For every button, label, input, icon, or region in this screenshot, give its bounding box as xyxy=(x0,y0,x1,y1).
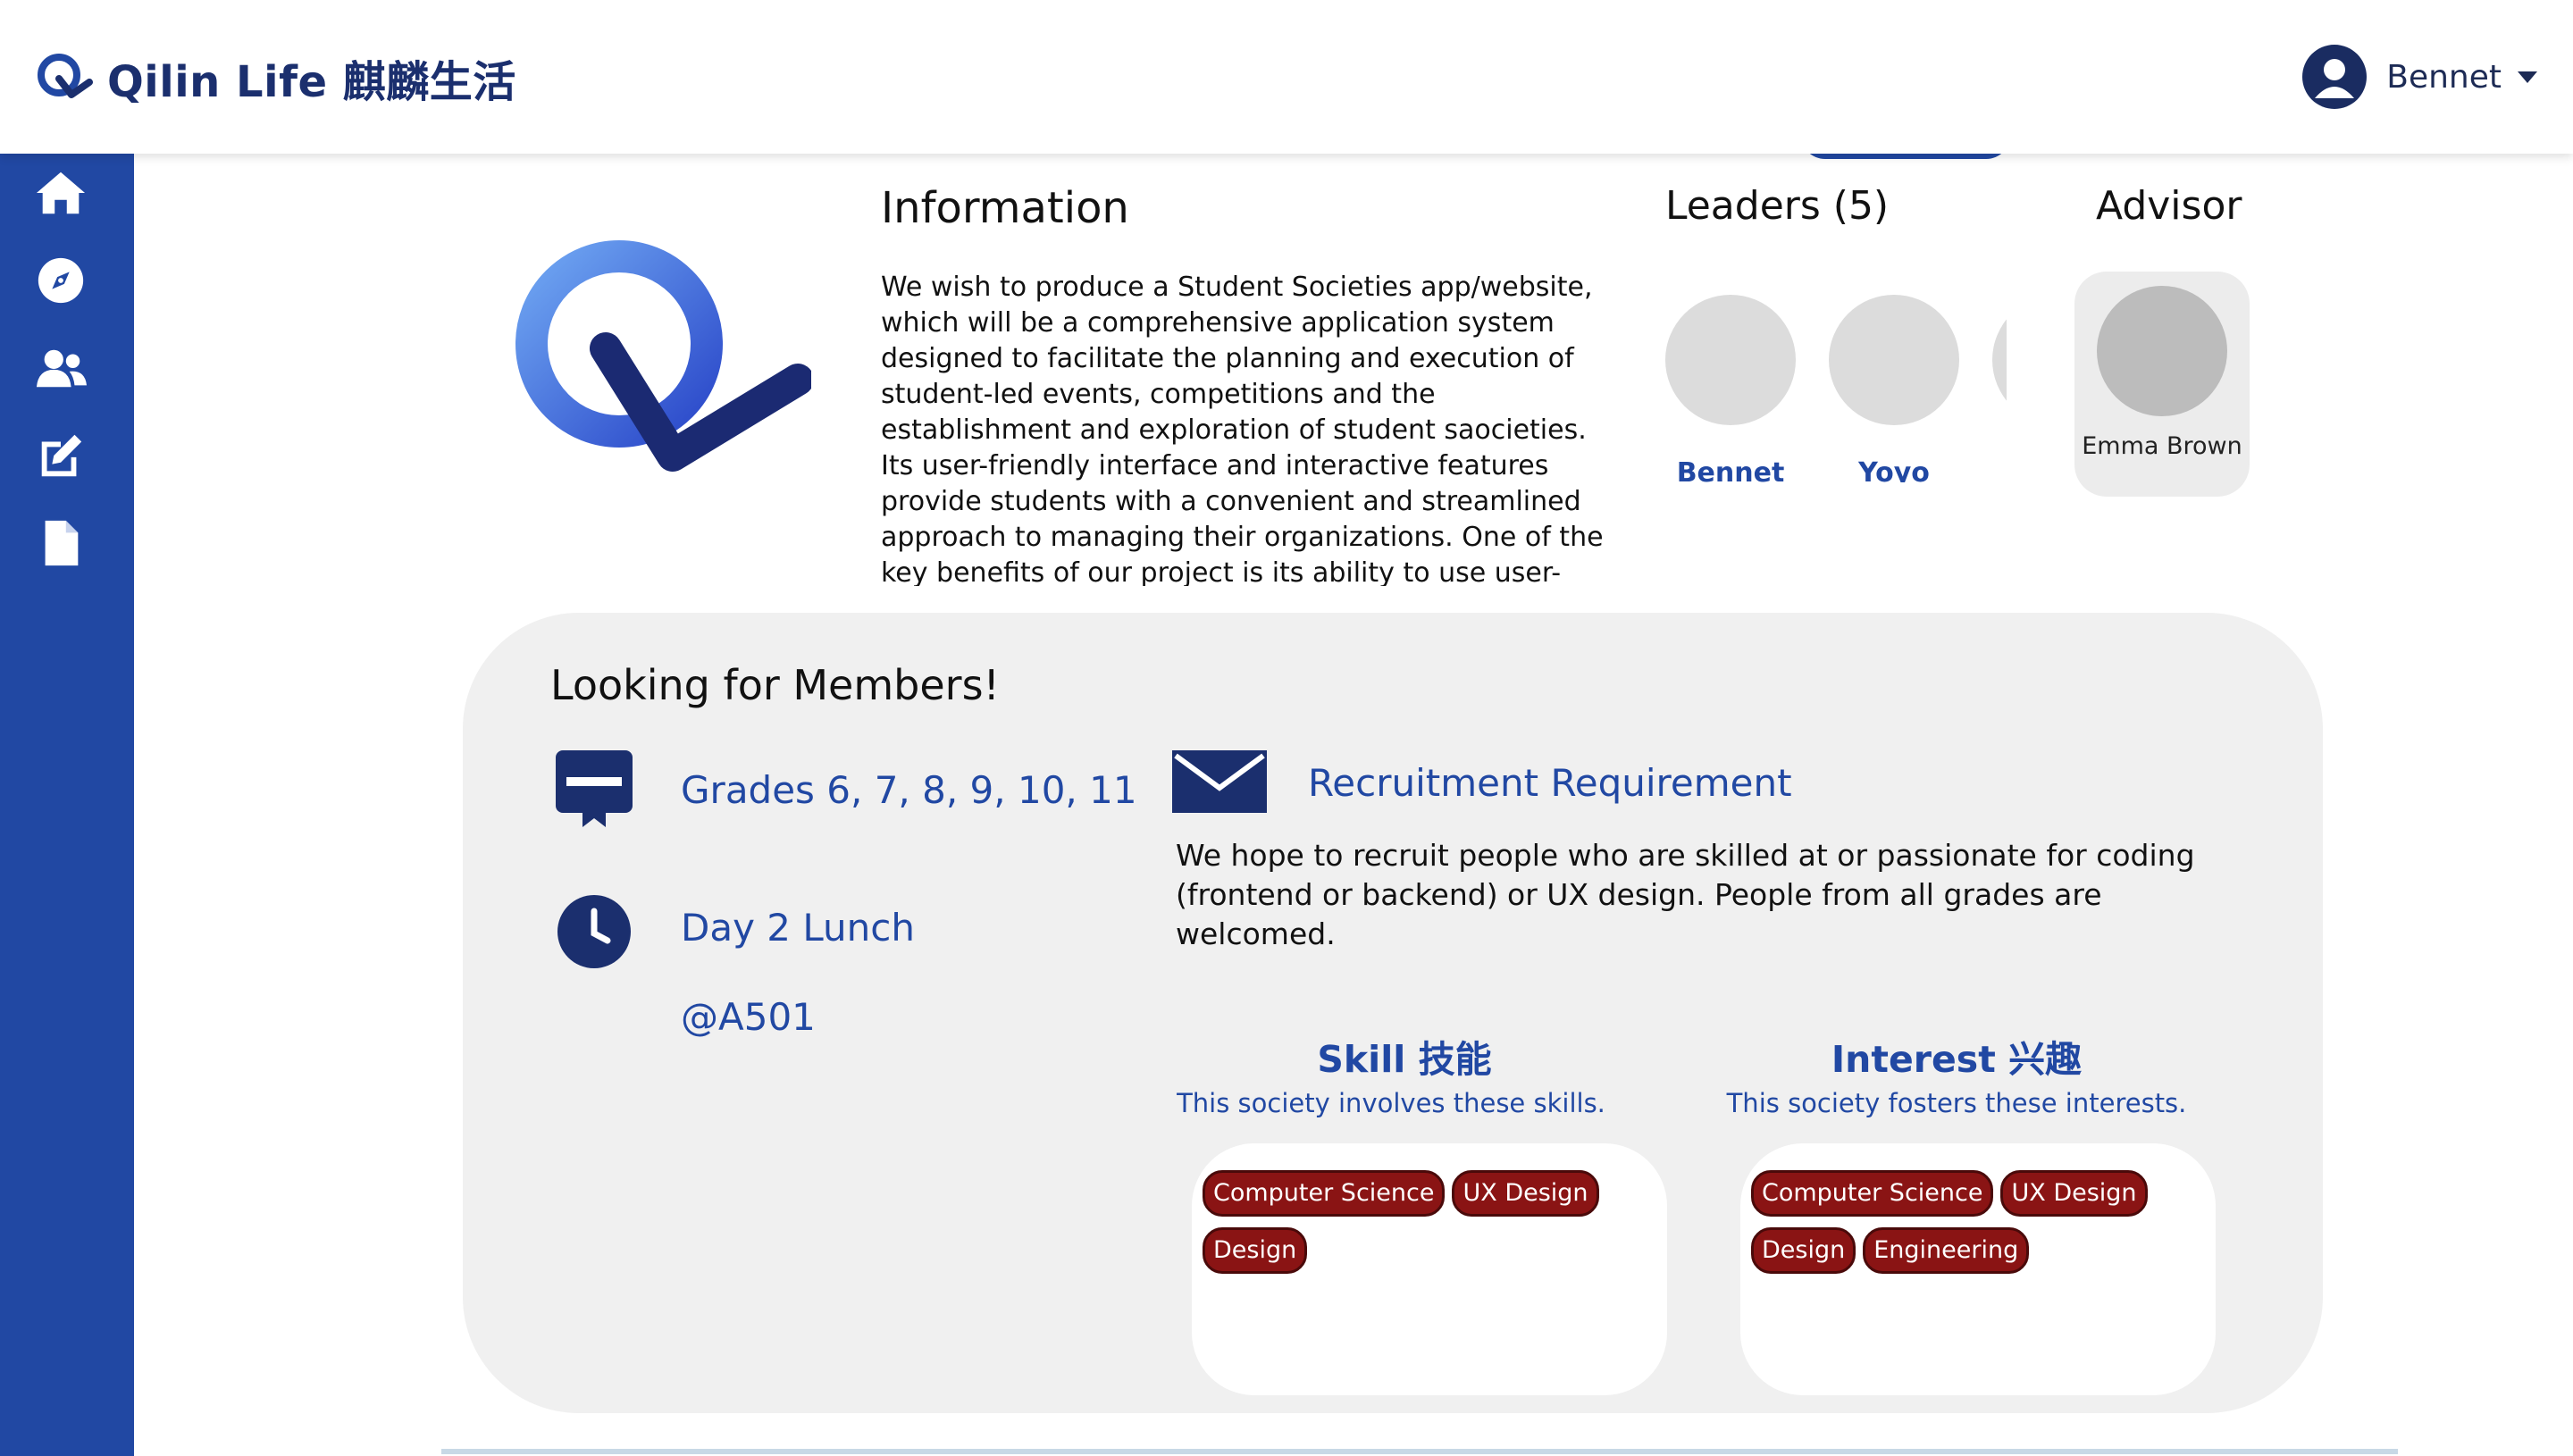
grades-text: Grades 6, 7, 8, 9, 10, 11 xyxy=(681,768,1137,812)
interest-tag[interactable]: Computer Science xyxy=(1751,1170,1994,1217)
top-bar: Qilin Life 麒麟生活 Bennet xyxy=(0,0,2573,154)
information-body: We wish to produce a Student Societies a… xyxy=(881,272,1604,586)
leader-name: Bennet xyxy=(1676,457,1785,482)
document-icon xyxy=(45,520,79,566)
user-avatar-icon xyxy=(2302,45,2368,109)
user-name: Bennet xyxy=(2386,58,2502,96)
interest-tag[interactable]: Design xyxy=(1751,1227,1856,1274)
interest-tags-box: Computer Science UX Design Design Engine… xyxy=(1740,1143,2216,1395)
chevron-down-icon[interactable] xyxy=(2518,71,2537,83)
leaders-title: Leaders (5) xyxy=(1665,183,1890,229)
requirement-title: Recruitment Requirement xyxy=(1308,761,1792,805)
section-divider xyxy=(441,1449,2398,1454)
leader-card[interactable] xyxy=(1991,295,2007,425)
interest-title: Interest 兴趣 xyxy=(1831,1038,2083,1081)
sidebar-item-societies[interactable] xyxy=(32,339,89,397)
advisor-title: Advisor xyxy=(2096,183,2242,229)
clock-icon xyxy=(557,895,631,968)
sidebar-item-edit[interactable] xyxy=(32,427,89,484)
requirement-body: We hope to recruit people who are skille… xyxy=(1176,838,2195,951)
interest-subtitle: This society fosters these interests. xyxy=(1726,1088,2187,1118)
edit-icon xyxy=(41,434,82,477)
avatar xyxy=(2097,286,2227,416)
skill-subtitle: This society involves these skills. xyxy=(1177,1088,1605,1118)
brand[interactable]: Qilin Life 麒麟生活 xyxy=(34,46,516,109)
information-title: Information xyxy=(881,183,1129,233)
leader-card[interactable]: Bennet xyxy=(1664,295,1798,482)
meeting-time: Day 2 Lunch xyxy=(681,906,915,950)
sidebar-item-home[interactable] xyxy=(32,164,89,222)
information-scroll[interactable]: We wish to produce a Student Societies a… xyxy=(881,270,1613,586)
avatar xyxy=(1829,295,1959,425)
sidebar-item-documents[interactable] xyxy=(32,515,89,572)
skill-tag[interactable]: Computer Science xyxy=(1203,1170,1446,1217)
leader-name: Yoyo xyxy=(1858,457,1930,482)
recruitment-title: Looking for Members! xyxy=(550,661,1000,709)
avatar xyxy=(1992,295,2007,425)
advisor-card[interactable]: Emma Brown xyxy=(2074,272,2250,497)
advisor-name: Emma Brown xyxy=(2082,432,2242,460)
avatar xyxy=(1665,295,1796,425)
user-menu[interactable]: Bennet xyxy=(2302,41,2537,113)
interest-tag[interactable]: Engineering xyxy=(1863,1227,2030,1274)
sidebar-item-explore[interactable] xyxy=(32,252,89,309)
leaders-list[interactable]: Bennet Yoyo xyxy=(1664,295,2007,482)
meeting-location: @A501 xyxy=(681,995,816,1039)
mail-icon xyxy=(1172,750,1267,813)
compass-icon xyxy=(38,257,84,304)
users-icon xyxy=(36,349,87,388)
leader-card[interactable]: Yoyo xyxy=(1827,295,1961,482)
sidebar xyxy=(0,154,134,1456)
badge-icon xyxy=(556,750,633,827)
society-logo xyxy=(515,240,811,472)
interest-tag[interactable]: UX Design xyxy=(2000,1170,2148,1217)
qilin-logo-icon xyxy=(38,54,93,98)
home-icon xyxy=(36,172,86,214)
skill-tags-box: Computer Science UX Design Design xyxy=(1192,1143,1667,1395)
brand-name: Qilin Life 麒麟生活 xyxy=(107,57,516,107)
skill-tag[interactable]: Design xyxy=(1203,1227,1308,1274)
skill-tag[interactable]: UX Design xyxy=(1452,1170,1599,1217)
skill-title: Skill 技能 xyxy=(1317,1038,1492,1081)
